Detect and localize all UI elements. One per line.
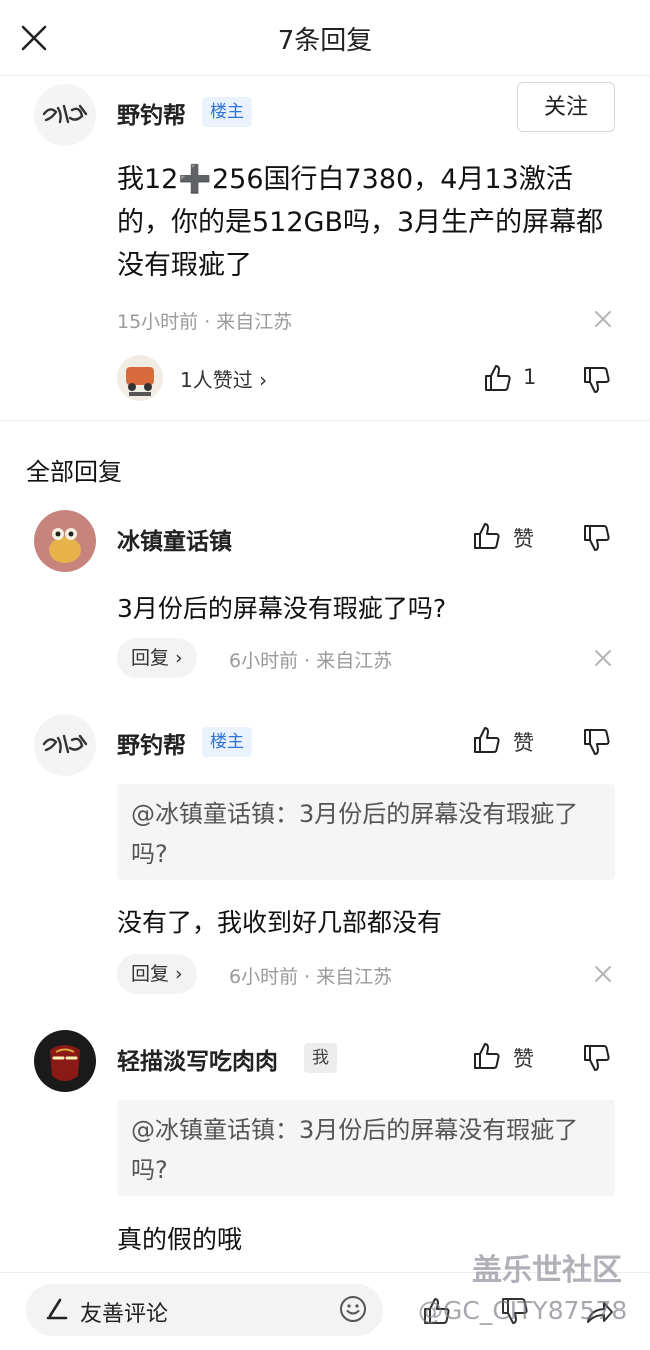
thumbs-down-icon[interactable]: [582, 365, 612, 395]
author-name[interactable]: 野钓帮: [117, 96, 186, 130]
reply-meta: 6小时前 · 来自江苏: [229, 650, 393, 672]
dismiss-icon[interactable]: [593, 964, 613, 984]
quoted-reply[interactable]: @冰镇童话镇：3月份后的屏幕没有瑕疵了吗?: [117, 784, 615, 880]
pen-icon: [46, 1298, 68, 1320]
follow-button[interactable]: 关注: [517, 82, 615, 132]
post-meta: 15小时前 · 来自江苏: [117, 311, 293, 333]
dismiss-icon[interactable]: [593, 309, 613, 329]
me-badge: 我: [304, 1043, 337, 1073]
quoted-reply[interactable]: @冰镇童话镇：3月份后的屏幕没有瑕疵了吗?: [117, 1100, 615, 1196]
all-replies-title: 全部回复: [26, 458, 122, 486]
like-label[interactable]: 赞: [513, 727, 534, 757]
op-badge: 楼主: [202, 97, 252, 127]
author-name[interactable]: 冰镇童话镇: [117, 522, 232, 556]
likers-link[interactable]: 1人赞过 ›: [180, 364, 267, 393]
avatar[interactable]: [34, 510, 96, 572]
fishing-logo-avatar: [42, 104, 88, 124]
thumbs-down-icon[interactable]: [582, 727, 612, 757]
emoji-icon[interactable]: [338, 1294, 368, 1324]
reply-meta: 6小时前 · 来自江苏: [229, 966, 393, 988]
thumbs-up-icon[interactable]: [483, 363, 513, 393]
avatar[interactable]: [34, 84, 96, 146]
like-label[interactable]: 赞: [513, 1043, 534, 1073]
user-watermark: @GC_CITY87578: [418, 1296, 628, 1325]
community-watermark: 盖乐世社区: [472, 1253, 622, 1288]
avatar[interactable]: [34, 1030, 96, 1092]
author-name[interactable]: 轻描淡写吃肉肉: [117, 1042, 278, 1076]
like-label[interactable]: 赞: [513, 523, 534, 553]
section-divider: [0, 420, 650, 421]
post-text: 我12➕256国行白7380，4月13激活的，你的是512GB吗，3月生产的屏幕…: [117, 164, 604, 281]
liker-avatar-image: [126, 367, 154, 396]
op-badge: 楼主: [202, 727, 252, 757]
comment-placeholder[interactable]: 友善评论: [80, 1296, 168, 1328]
reply-text: 没有了，我收到好几部都没有: [117, 908, 443, 937]
avatar[interactable]: [34, 714, 96, 776]
cartoon-avatar-image: [49, 528, 81, 563]
fishing-logo-avatar: [42, 734, 88, 754]
thumbs-down-icon[interactable]: [582, 1043, 612, 1073]
dismiss-icon[interactable]: [593, 648, 613, 668]
reply-text: 3月份后的屏幕没有瑕疵了吗?: [117, 594, 447, 623]
liker-avatar[interactable]: [117, 355, 163, 401]
like-count: 1: [523, 365, 537, 389]
reply-button[interactable]: 回复 ›: [117, 954, 197, 994]
reply-button[interactable]: 回复 ›: [117, 638, 197, 678]
thumbs-up-icon[interactable]: [472, 725, 502, 755]
author-name[interactable]: 野钓帮: [117, 726, 186, 760]
reply-text: 真的假的哦: [117, 1225, 243, 1254]
ironman-avatar-image: [50, 1045, 80, 1081]
thumbs-up-icon[interactable]: [472, 521, 502, 551]
top-bar: 7条回复: [0, 0, 650, 76]
thumbs-down-icon[interactable]: [582, 523, 612, 553]
thumbs-up-icon[interactable]: [472, 1041, 502, 1071]
page-title: 7条回复: [277, 26, 373, 56]
